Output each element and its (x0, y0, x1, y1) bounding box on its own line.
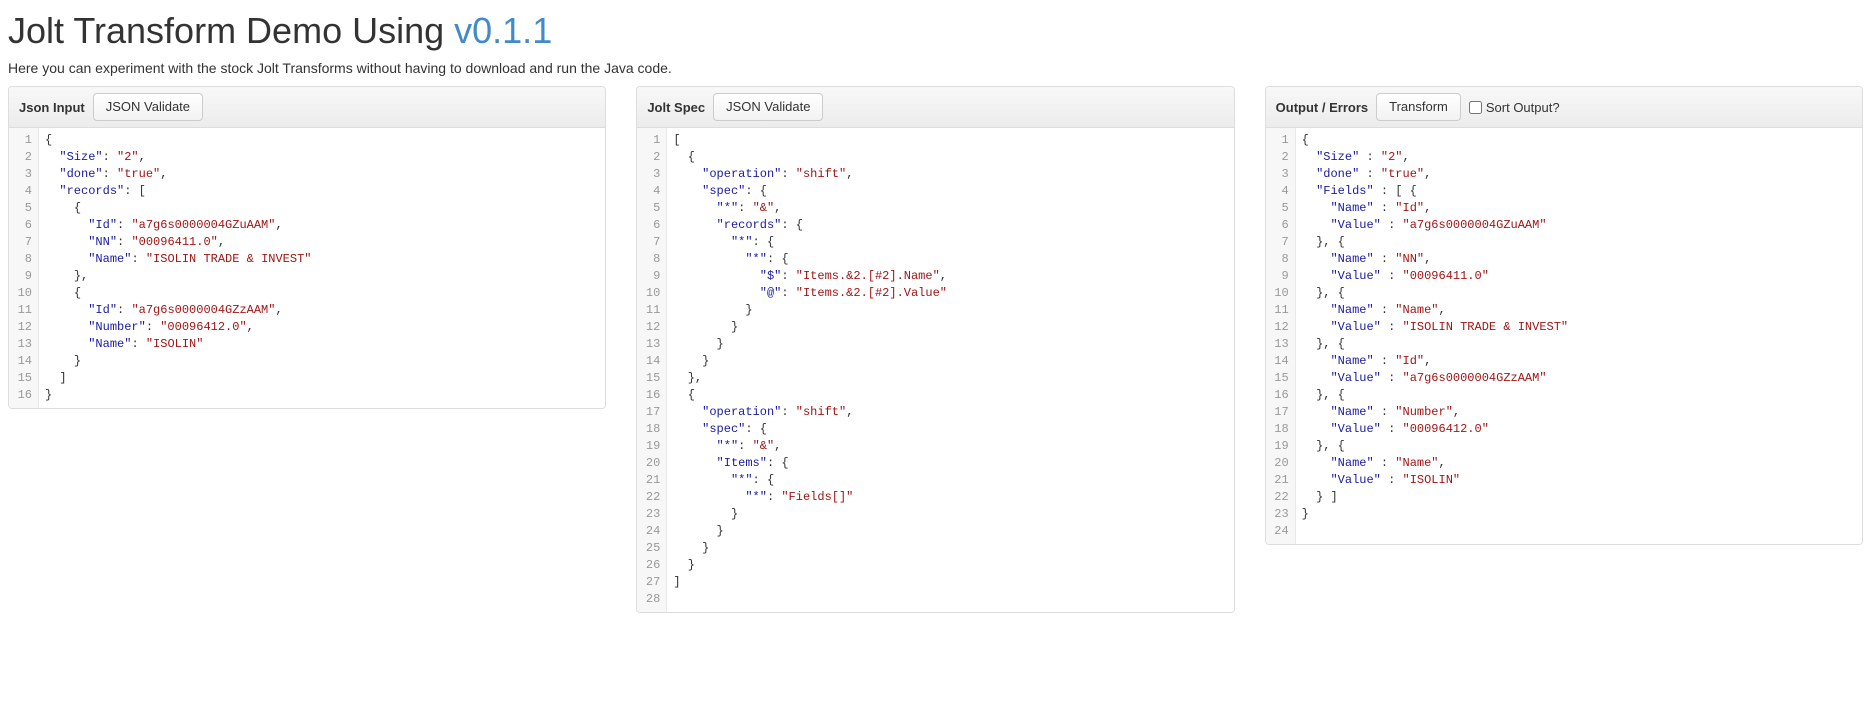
code-line[interactable]: } (673, 540, 1227, 557)
sort-output-label[interactable]: Sort Output? (1469, 100, 1560, 115)
code-line[interactable]: } (673, 336, 1227, 353)
code-line[interactable]: "Name" : "Id", (1302, 200, 1856, 217)
code-line[interactable]: }, { (1302, 234, 1856, 251)
code-line[interactable]: { (673, 387, 1227, 404)
editor-code[interactable]: [ { "operation": "shift", "spec": { "*":… (667, 128, 1233, 612)
code-line[interactable]: "operation": "shift", (673, 166, 1227, 183)
version-link[interactable]: v0.1.1 (454, 10, 552, 51)
code-line[interactable]: "*": { (673, 234, 1227, 251)
code-line[interactable]: "NN": "00096411.0", (45, 234, 599, 251)
code-line[interactable]: "done" : "true", (1302, 166, 1856, 183)
transform-button[interactable]: Transform (1376, 93, 1461, 121)
code-line[interactable]: } (673, 557, 1227, 574)
code-line[interactable]: "done": "true", (45, 166, 599, 183)
jolt-spec-title: Jolt Spec (647, 100, 705, 115)
output-title: Output / Errors (1276, 100, 1368, 115)
code-line[interactable]: "records": { (673, 217, 1227, 234)
code-line[interactable]: }, { (1302, 285, 1856, 302)
output-header: Output / Errors Transform Sort Output? (1266, 87, 1862, 128)
code-line[interactable]: { (1302, 132, 1856, 149)
code-line[interactable]: }, { (1302, 438, 1856, 455)
code-line[interactable]: "Number": "00096412.0", (45, 319, 599, 336)
editor-gutter: 12345678910111213141516 (9, 128, 39, 408)
code-line[interactable]: "records": [ (45, 183, 599, 200)
code-line[interactable]: "Name": "ISOLIN TRADE & INVEST" (45, 251, 599, 268)
jolt-spec-panel: Jolt Spec JSON Validate 1234567891011121… (636, 86, 1234, 613)
json-input-panel: Json Input JSON Validate 123456789101112… (8, 86, 606, 409)
code-line[interactable]: } (673, 506, 1227, 523)
code-line[interactable]: "operation": "shift", (673, 404, 1227, 421)
code-line[interactable]: "Fields" : [ { (1302, 183, 1856, 200)
code-line[interactable]: "*": "&", (673, 438, 1227, 455)
code-line[interactable]: "*": "&", (673, 200, 1227, 217)
code-line[interactable]: "Id": "a7g6s0000004GZzAAM", (45, 302, 599, 319)
code-line[interactable]: "*": { (673, 251, 1227, 268)
code-line[interactable]: { (45, 132, 599, 149)
code-line[interactable]: } (673, 319, 1227, 336)
code-line[interactable]: } (45, 387, 599, 404)
json-input-editor[interactable]: 12345678910111213141516{ "Size": "2", "d… (9, 128, 605, 408)
code-line[interactable]: "Value" : "00096412.0" (1302, 421, 1856, 438)
code-line[interactable]: }, { (1302, 387, 1856, 404)
code-line[interactable]: "$": "Items.&2.[#2].Name", (673, 268, 1227, 285)
code-line[interactable]: "Name": "ISOLIN" (45, 336, 599, 353)
code-line[interactable]: }, { (1302, 336, 1856, 353)
jolt-spec-header: Jolt Spec JSON Validate (637, 87, 1233, 128)
code-line[interactable]: "spec": { (673, 421, 1227, 438)
code-line[interactable]: "@": "Items.&2.[#2].Value" (673, 285, 1227, 302)
page-subtitle: Here you can experiment with the stock J… (8, 60, 1863, 76)
jolt-spec-validate-button[interactable]: JSON Validate (713, 93, 823, 121)
code-line[interactable]: "spec": { (673, 183, 1227, 200)
code-line[interactable]: "Name" : "NN", (1302, 251, 1856, 268)
editor-gutter: 1234567891011121314151617181920212223242… (637, 128, 667, 612)
sort-output-text: Sort Output? (1486, 100, 1560, 115)
code-line[interactable]: "Id": "a7g6s0000004GZuAAM", (45, 217, 599, 234)
code-line[interactable]: } (1302, 506, 1856, 523)
sort-output-checkbox[interactable] (1469, 101, 1482, 114)
code-line[interactable]: } (673, 302, 1227, 319)
code-line[interactable]: "*": "Fields[]" (673, 489, 1227, 506)
code-line[interactable]: [ (673, 132, 1227, 149)
code-line[interactable]: "Name" : "Id", (1302, 353, 1856, 370)
code-line[interactable]: "Value" : "00096411.0" (1302, 268, 1856, 285)
code-line[interactable]: { (45, 285, 599, 302)
code-line[interactable]: "Name" : "Name", (1302, 302, 1856, 319)
json-input-header: Json Input JSON Validate (9, 87, 605, 128)
code-line[interactable]: }, (673, 370, 1227, 387)
code-line[interactable]: "Name" : "Name", (1302, 455, 1856, 472)
editor-code[interactable]: { "Size" : "2", "done" : "true", "Fields… (1296, 128, 1862, 544)
editor-gutter: 123456789101112131415161718192021222324 (1266, 128, 1296, 544)
code-line[interactable]: "Size" : "2", (1302, 149, 1856, 166)
code-line[interactable]: } (673, 523, 1227, 540)
code-line[interactable]: "Value" : "a7g6s0000004GZuAAM" (1302, 217, 1856, 234)
title-prefix: Jolt Transform Demo Using (8, 10, 454, 51)
code-line[interactable]: "Name" : "Number", (1302, 404, 1856, 421)
code-line[interactable]: ] (673, 574, 1227, 591)
code-line[interactable]: }, (45, 268, 599, 285)
code-line[interactable]: "Value" : "a7g6s0000004GZzAAM" (1302, 370, 1856, 387)
code-line[interactable]: } (673, 353, 1227, 370)
code-line[interactable]: } ] (1302, 489, 1856, 506)
output-editor[interactable]: 123456789101112131415161718192021222324{… (1266, 128, 1862, 544)
editor-code[interactable]: { "Size": "2", "done": "true", "records"… (39, 128, 605, 408)
jolt-spec-editor[interactable]: 1234567891011121314151617181920212223242… (637, 128, 1233, 612)
json-input-title: Json Input (19, 100, 85, 115)
code-line[interactable]: { (673, 149, 1227, 166)
json-input-validate-button[interactable]: JSON Validate (93, 93, 203, 121)
code-line[interactable] (673, 591, 1227, 608)
code-line[interactable]: "Items": { (673, 455, 1227, 472)
code-line[interactable]: "Value" : "ISOLIN TRADE & INVEST" (1302, 319, 1856, 336)
page-title: Jolt Transform Demo Using v0.1.1 (8, 10, 1863, 52)
output-panel: Output / Errors Transform Sort Output? 1… (1265, 86, 1863, 545)
code-line[interactable]: "Value" : "ISOLIN" (1302, 472, 1856, 489)
code-line[interactable] (1302, 523, 1856, 540)
code-line[interactable]: } (45, 353, 599, 370)
code-line[interactable]: "Size": "2", (45, 149, 599, 166)
code-line[interactable]: { (45, 200, 599, 217)
code-line[interactable]: "*": { (673, 472, 1227, 489)
code-line[interactable]: ] (45, 370, 599, 387)
